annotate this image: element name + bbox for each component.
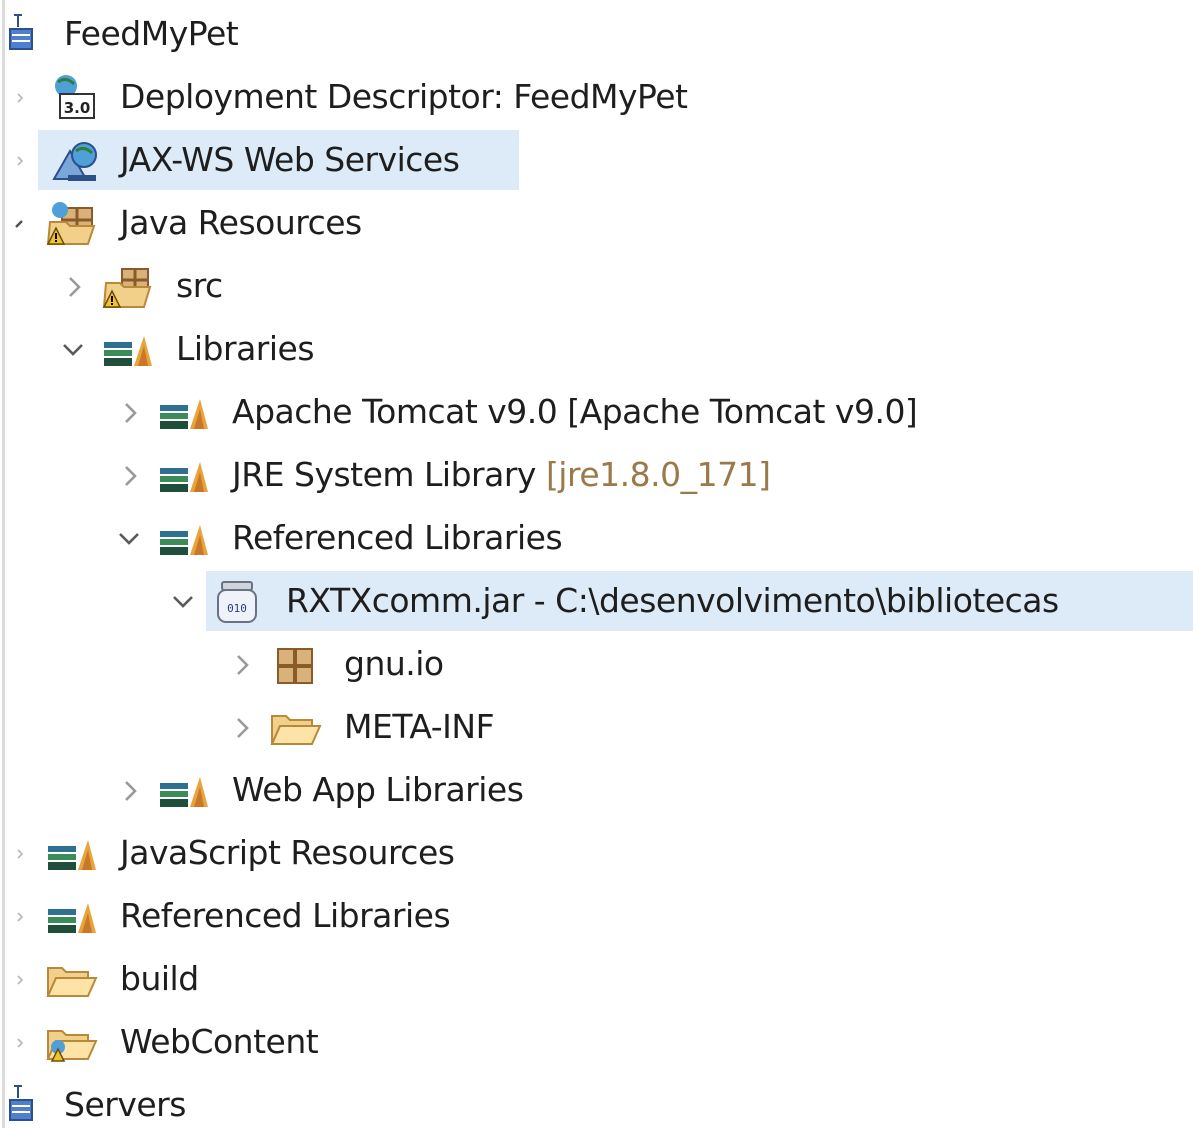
expand-toggle-icon[interactable] bbox=[8, 841, 34, 867]
tree-node-deployment-descriptor[interactable]: Deployment Descriptor: FeedMyPet bbox=[0, 67, 1193, 129]
tree-node-label: FeedMyPet bbox=[64, 14, 239, 53]
library-icon bbox=[156, 513, 212, 565]
web-project-icon bbox=[6, 9, 62, 61]
tree-node-web-app-libraries[interactable]: Web App Libraries bbox=[0, 760, 1193, 822]
tree-node-label: Servers bbox=[64, 1085, 186, 1124]
tree-node-label: Web App Libraries bbox=[232, 770, 524, 809]
library-icon bbox=[156, 450, 212, 502]
chevron-right-icon[interactable] bbox=[62, 274, 88, 300]
tree-node-label: JAX-WS Web Services bbox=[120, 140, 460, 179]
tree-node-meta-inf[interactable]: META-INF bbox=[0, 697, 1193, 759]
tree-node-label: JavaScript Resources bbox=[120, 833, 455, 872]
source-folder-warning-icon bbox=[100, 261, 156, 313]
tree-node-label: Referenced Libraries bbox=[232, 518, 563, 557]
tree-node-src[interactable]: src bbox=[0, 256, 1193, 318]
project-explorer-tree: FeedMyPet Deployment Descriptor: FeedMyP… bbox=[0, 0, 1193, 1128]
tree-node-libraries[interactable]: Libraries bbox=[0, 319, 1193, 381]
chevron-down-icon[interactable] bbox=[116, 526, 142, 552]
chevron-right-icon[interactable] bbox=[118, 463, 144, 489]
tree-node-feedmypet[interactable]: FeedMyPet bbox=[0, 4, 1193, 66]
library-icon bbox=[156, 765, 212, 817]
folder-icon bbox=[268, 702, 324, 754]
package-icon bbox=[268, 639, 324, 691]
tree-node-referenced-libraries-nested[interactable]: Referenced Libraries bbox=[0, 508, 1193, 570]
tree-node-apache-tomcat[interactable]: Apache Tomcat v9.0 [Apache Tomcat v9.0] bbox=[0, 382, 1193, 444]
library-icon bbox=[44, 828, 100, 880]
tree-node-webcontent[interactable]: WebContent bbox=[0, 1012, 1193, 1074]
tree-node-gnu-io[interactable]: gnu.io bbox=[0, 634, 1193, 696]
tree-node-label: build bbox=[120, 959, 199, 998]
tree-node-java-resources[interactable]: Java Resources bbox=[0, 193, 1193, 255]
tree-node-label: gnu.io bbox=[344, 644, 444, 683]
web-folder-icon bbox=[44, 1017, 100, 1069]
expand-toggle-icon[interactable] bbox=[8, 967, 34, 993]
tree-node-jaxws-web-services[interactable]: JAX-WS Web Services bbox=[0, 130, 1193, 192]
tree-node-label: Apache Tomcat v9.0 [Apache Tomcat v9.0] bbox=[232, 392, 918, 431]
tree-node-label: Referenced Libraries bbox=[120, 896, 451, 935]
chevron-right-icon[interactable] bbox=[230, 652, 256, 678]
deployment-descriptor-icon bbox=[48, 72, 104, 124]
tree-node-javascript-resources[interactable]: JavaScript Resources bbox=[0, 823, 1193, 885]
expand-toggle-icon[interactable] bbox=[8, 85, 34, 111]
tree-node-label: src bbox=[176, 266, 223, 305]
chevron-down-icon[interactable] bbox=[60, 337, 86, 363]
tree-node-rxtxcomm-jar[interactable]: RXTXcomm.jar - C:\desenvolvimento\biblio… bbox=[0, 571, 1193, 633]
tree-node-label: JRE System Library bbox=[232, 455, 536, 494]
web-services-icon bbox=[48, 135, 104, 187]
tree-node-label: Libraries bbox=[176, 329, 315, 368]
tree-node-referenced-libraries[interactable]: Referenced Libraries bbox=[0, 886, 1193, 948]
chevron-down-icon[interactable] bbox=[170, 589, 196, 615]
expand-toggle-icon[interactable] bbox=[8, 904, 34, 930]
library-icon bbox=[156, 387, 212, 439]
chevron-right-icon[interactable] bbox=[118, 778, 144, 804]
jar-icon bbox=[210, 576, 266, 628]
expand-toggle-icon[interactable] bbox=[8, 148, 34, 174]
tree-node-label: META-INF bbox=[344, 707, 495, 746]
tree-node-build[interactable]: build bbox=[0, 949, 1193, 1011]
tree-node-label: Deployment Descriptor: FeedMyPet bbox=[120, 77, 688, 116]
tree-node-label-group: JRE System Library [jre1.8.0_171] bbox=[232, 455, 771, 495]
chevron-right-icon[interactable] bbox=[230, 715, 256, 741]
library-icon bbox=[100, 324, 156, 376]
tree-node-jre-system-library[interactable]: JRE System Library [jre1.8.0_171] bbox=[0, 445, 1193, 507]
tree-node-label: WebContent bbox=[120, 1022, 319, 1061]
collapse-toggle-icon[interactable] bbox=[8, 211, 34, 237]
tree-node-label: Java Resources bbox=[120, 203, 362, 242]
chevron-right-icon[interactable] bbox=[118, 400, 144, 426]
library-icon bbox=[44, 891, 100, 943]
java-resources-warning-icon bbox=[44, 198, 100, 250]
tree-node-servers[interactable]: Servers bbox=[0, 1075, 1193, 1128]
expand-toggle-icon[interactable] bbox=[8, 1030, 34, 1056]
folder-icon bbox=[44, 954, 100, 1006]
project-icon bbox=[6, 1080, 62, 1128]
tree-node-label: RXTXcomm.jar - C:\desenvolvimento\biblio… bbox=[286, 581, 1059, 620]
tree-node-decoration: [jre1.8.0_171] bbox=[545, 455, 771, 494]
